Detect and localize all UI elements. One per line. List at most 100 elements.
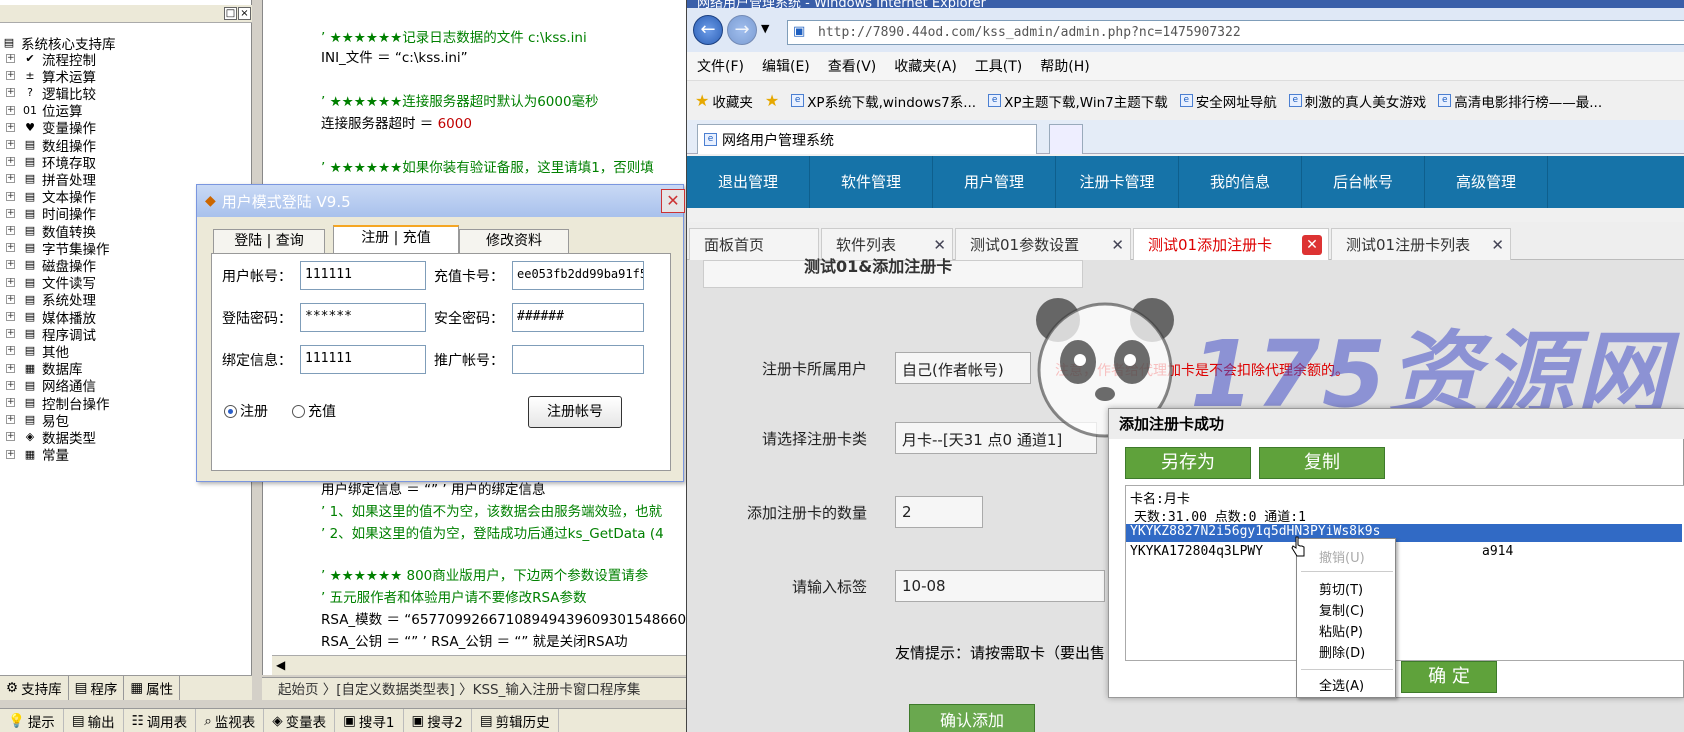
favorite-link[interactable]: e 高清电影排行榜——最... (1438, 91, 1602, 111)
account-input[interactable]: 111111 (300, 261, 426, 290)
nav-advanced[interactable]: 高级管理 (1425, 156, 1548, 208)
expand-icon[interactable]: + (6, 54, 15, 63)
favorites-button[interactable]: ★ 收藏夹 (695, 91, 753, 111)
editor-tabs[interactable]: 起始页 〉[自定义数据类型表] 〉KSS_输入注册卡窗口程序集 (262, 677, 686, 700)
expand-icon[interactable]: + (6, 243, 15, 253)
tab-call-stack[interactable]: ☷ 调用表 (124, 709, 197, 732)
browser-titlebar[interactable]: 网络用户管理系统 - Windows Internet Explorer (687, 0, 1684, 8)
tree-item[interactable]: + ▤ 磁盘操作 (0, 256, 96, 275)
tree-item[interactable]: + ▤ 数值转换 (0, 222, 96, 241)
expand-icon[interactable]: + (6, 88, 15, 98)
tree-item[interactable]: + ▤ 文本操作 (0, 188, 96, 206)
expand-icon[interactable]: + (6, 380, 15, 390)
tab-clip-history[interactable]: ▤ 剪辑历史 (472, 709, 559, 732)
tree-item[interactable]: + ▤ 程序调试 (0, 325, 96, 344)
tree-item[interactable]: + ▦ 数据库 (0, 360, 83, 378)
menu-view[interactable]: 查看(V) (828, 56, 877, 76)
expand-icon[interactable]: + (6, 260, 15, 270)
expand-icon[interactable]: + (6, 122, 15, 132)
tab-watch[interactable]: ⌕ 监视表 (196, 709, 265, 732)
close-icon[interactable]: ✕ (1111, 236, 1124, 254)
menu-favorites[interactable]: 收藏夹(A) (894, 56, 957, 76)
copy-button[interactable]: 复制 (1259, 447, 1385, 479)
tree-item[interactable]: + ▤ 字节集操作 (0, 239, 110, 258)
history-dropdown-icon[interactable]: ▼ (761, 22, 769, 35)
back-button[interactable]: ← (693, 15, 723, 45)
bind-info-input[interactable]: 111111 (300, 345, 426, 374)
menu-item-cut[interactable]: 剪切(T) (1319, 579, 1363, 598)
expand-icon[interactable]: + (6, 346, 15, 356)
pane-restore-button[interactable]: □ (224, 7, 237, 20)
tab-properties[interactable]: ▦ 属性 (124, 676, 181, 700)
page-tab-card-list[interactable]: 测试01注册卡列表 ✕ (1331, 228, 1511, 260)
favorite-link[interactable]: e XP主题下载,Win7主题下载 (988, 91, 1168, 111)
expand-icon[interactable]: + (6, 191, 15, 201)
menu-item-undo[interactable]: 撤销(U) (1319, 547, 1365, 566)
ok-button[interactable]: 确 定 (1401, 661, 1497, 693)
forward-button[interactable]: → (727, 15, 757, 45)
tree-item[interactable]: + ▤ 媒体播放 (0, 308, 96, 327)
tree-item[interactable]: + ▤ 网络通信 (0, 377, 96, 395)
editor-horizontal-scrollbar[interactable]: ◀ (272, 655, 686, 675)
menu-item-delete[interactable]: 删除(D) (1319, 642, 1365, 661)
tree-item[interactable]: +01 位运算 (0, 102, 83, 120)
expand-icon[interactable]: + (6, 432, 15, 442)
tree-item[interactable]: + ▤ 数组操作 (0, 136, 96, 155)
scroll-left-icon[interactable]: ◀ (276, 658, 285, 672)
menu-edit[interactable]: 编辑(E) (762, 56, 810, 76)
tab-register-recharge[interactable]: 注册 | 充值 (333, 225, 459, 253)
nav-cards[interactable]: 注册卡管理 (1056, 156, 1179, 208)
dialog-titlebar[interactable]: ◆ 用户模式登陆 V9.5 (197, 185, 683, 217)
owner-select[interactable]: 自己(作者帐号) (895, 352, 1031, 384)
menu-item-select-all[interactable]: 全选(A) (1319, 675, 1364, 694)
promo-account-input[interactable] (512, 345, 644, 374)
tab-login-query[interactable]: 登陆 | 查询 (213, 229, 325, 253)
expand-icon[interactable]: + (6, 105, 15, 115)
expand-icon[interactable]: + (6, 174, 15, 184)
expand-icon[interactable]: + (6, 449, 15, 459)
expand-icon[interactable]: + (6, 363, 15, 373)
tab-variables[interactable]: ◈ 变量表 (264, 709, 336, 732)
page-tab-add-cards[interactable]: 测试01添加注册卡 ✕ (1133, 228, 1329, 260)
add-favorite-icon[interactable]: ★ (765, 91, 779, 110)
menu-item-paste[interactable]: 粘贴(P) (1319, 621, 1363, 640)
register-radio[interactable]: 注册 (224, 401, 268, 421)
tree-item[interactable]: + ▤ 拼音处理 (0, 170, 96, 189)
card-type-select[interactable]: 月卡--[天31 点0 通道1] (895, 422, 1097, 454)
nav-logout[interactable]: 退出管理 (687, 156, 810, 208)
nav-backend-accounts[interactable]: 后台帐号 (1302, 156, 1425, 208)
tab-search1[interactable]: ▣ 搜寻1 (335, 709, 404, 732)
tree-item[interactable]: + ▤ 文件读写 (0, 274, 96, 292)
favorite-link[interactable]: e 刺激的真人美女游戏 (1288, 91, 1426, 111)
tree-item[interactable]: + ▤ 易包 (0, 411, 69, 430)
expand-icon[interactable]: + (6, 226, 15, 235)
tree-item[interactable]: + ± 算术运算 (0, 67, 96, 86)
page-tab-params[interactable]: 测试01参数设置 ✕ (955, 228, 1131, 260)
recharge-radio[interactable]: 充值 (292, 401, 336, 421)
close-icon[interactable]: ✕ (933, 236, 946, 254)
favorite-link[interactable]: e 安全网址导航 (1179, 91, 1277, 111)
page-tab-software-list[interactable]: 软件列表 ✕ (821, 228, 953, 260)
card-list-textarea[interactable]: 卡名:月卡 天数:31.00 点数:0 通道:1 YKYKZ8827N2i56g… (1125, 485, 1684, 661)
expand-icon[interactable]: + (6, 277, 15, 287)
new-tab-button[interactable] (1049, 124, 1083, 154)
expand-icon[interactable]: + (6, 157, 15, 167)
menu-item-copy[interactable]: 复制(C) (1319, 600, 1364, 619)
tree-item[interactable]: + ▦ 常量 (0, 446, 69, 464)
tree-item[interactable]: + ▤ 环境存取 (0, 153, 96, 172)
tag-input[interactable]: 10-08 (895, 570, 1105, 602)
tab-hint[interactable]: 💡 提示 (0, 709, 64, 732)
page-tab-dashboard[interactable]: 面板首页 (689, 228, 819, 260)
expand-icon[interactable]: + (6, 312, 15, 321)
nav-users[interactable]: 用户管理 (933, 156, 1056, 208)
nav-software[interactable]: 软件管理 (810, 156, 933, 208)
dialog-close-button[interactable]: ✕ (661, 189, 685, 213)
password-input[interactable]: ****** (300, 303, 426, 332)
expand-icon[interactable]: + (6, 294, 15, 304)
register-account-button[interactable]: 注册帐号 (528, 396, 622, 428)
save-as-button[interactable]: 另存为 (1125, 447, 1251, 479)
safe-password-input[interactable]: ###### (512, 303, 644, 332)
expand-icon[interactable]: + (6, 415, 15, 425)
tab-support-library[interactable]: ⚙ 支持库 (0, 676, 69, 700)
tree-item[interactable]: +? 逻辑比较 (0, 84, 96, 103)
